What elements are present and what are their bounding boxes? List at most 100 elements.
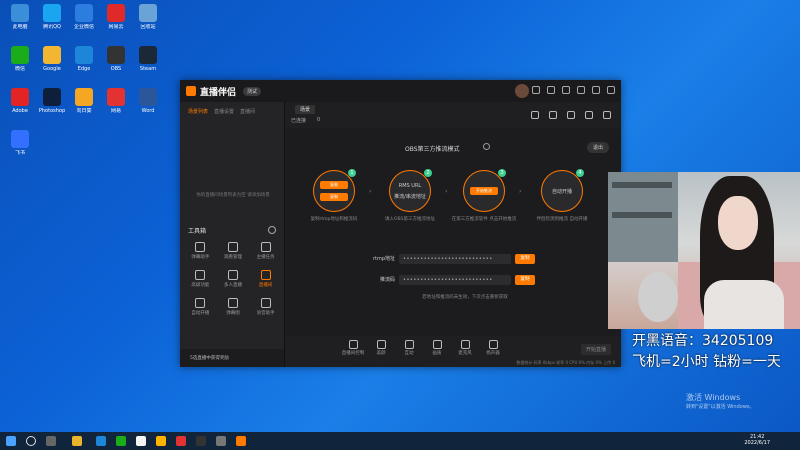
tool-icon (260, 242, 271, 252)
tool-label: 弹幕图 (226, 311, 240, 316)
desktop-icon[interactable]: 网易云 (100, 4, 132, 30)
desktop-icon[interactable]: OBS (100, 46, 132, 72)
tool-item[interactable]: 观看管理 (217, 242, 250, 260)
bottom-tool-label: 直播间控制 (341, 351, 365, 356)
bottom-tool[interactable]: 画质 (425, 340, 449, 356)
edge-icon[interactable] (96, 436, 106, 446)
app-icon[interactable] (156, 436, 166, 446)
reward-bar[interactable]: 5选直播中获得奖励 (180, 349, 284, 367)
message-icon[interactable] (532, 86, 540, 94)
bottom-tool[interactable]: 扬声器 (481, 340, 505, 356)
desktop-icon[interactable]: Photoshop (36, 88, 68, 114)
bottom-toolbar: 开始直播 直播间控制 美颜 互动 画质 麦克风 扬声器 (285, 338, 621, 360)
copy-rtmp-button[interactable]: 复制 (515, 254, 535, 264)
rtmp-field[interactable]: •••••••••••••••••••••••••• (399, 254, 511, 264)
task-view-icon[interactable] (46, 436, 56, 446)
maximize-icon[interactable] (592, 86, 600, 94)
app-icon[interactable] (176, 436, 186, 446)
bottom-tool[interactable]: 互动 (397, 340, 421, 356)
bottom-tool-icon (460, 340, 470, 349)
desktop-icon[interactable]: Google (36, 46, 68, 72)
live-status: 已连接 (291, 118, 307, 124)
app-title: 直播伴侣 (200, 88, 237, 98)
desktop-icon[interactable]: 微信 (4, 46, 36, 72)
menu-icon[interactable] (562, 86, 570, 94)
desktop-icon-label: 此电脑 (12, 24, 28, 30)
webcam-feed (608, 172, 800, 329)
tool-item[interactable]: 弹幕助手 (184, 242, 217, 260)
tab-scenes[interactable]: 场景列表 (188, 108, 208, 115)
tool-grid: 弹幕助手 观看管理 主播任务高级功能 多人直播 直播间自动开播 弹幕图 语音助手 (184, 242, 282, 316)
clock[interactable]: 21:42 2022/6/17 (744, 434, 770, 446)
desktop-icon[interactable]: 网易 (100, 88, 132, 114)
gear-icon[interactable] (567, 111, 575, 119)
step-number: 3 (498, 169, 506, 177)
wechat-icon[interactable] (116, 436, 126, 446)
settings-icon[interactable] (547, 86, 555, 94)
tool-label: 弹幕助手 (191, 255, 210, 260)
share-icon[interactable] (603, 111, 611, 119)
desktop-icon[interactable]: 飞书 (4, 130, 36, 156)
tool-item[interactable]: 语音助手 (249, 298, 282, 316)
desktop-icon[interactable]: 回收站 (132, 4, 164, 30)
start-icon[interactable] (6, 436, 16, 446)
desktop-icon-label: OBS (110, 66, 122, 72)
desktop-icon[interactable]: Word (132, 88, 164, 114)
bottom-tool[interactable]: 直播间控制 (341, 340, 365, 356)
live-companion-icon[interactable] (236, 436, 246, 446)
help-icon[interactable] (483, 143, 490, 150)
bottom-tool[interactable]: 麦克风 (453, 340, 477, 356)
tool-item[interactable]: 自动开播 (184, 298, 217, 316)
version-badge[interactable]: 测试 (243, 87, 262, 96)
desktop-icon-label: 微信 (14, 66, 25, 72)
minimize-icon[interactable] (577, 86, 585, 94)
copy-key-button[interactable]: 复制 (515, 275, 535, 285)
explorer-icon[interactable] (72, 436, 82, 446)
lock-icon[interactable] (549, 111, 557, 119)
desktop-icon[interactable]: 腾讯QQ (36, 4, 68, 30)
search-icon[interactable] (26, 436, 36, 446)
stream-key-field[interactable]: •••••••••••••••••••••••••• (399, 275, 511, 285)
user-avatar[interactable] (515, 84, 529, 98)
tab-live-room[interactable]: 直播间 (240, 108, 255, 115)
tool-item[interactable]: 弹幕图 (217, 298, 250, 316)
desktop-icon-label: 腾讯QQ (43, 24, 61, 30)
close-icon[interactable] (607, 86, 615, 94)
tool-label: 直播间 (258, 283, 273, 288)
tool-icon (195, 270, 206, 280)
activation-watermark: 激活 Windows 转到"设置"以激活 Windows。 (686, 392, 755, 410)
step-description: 复制rtmp地址和推流码 (310, 217, 358, 222)
bell-icon[interactable] (585, 111, 593, 119)
tool-item[interactable]: 高级功能 (184, 270, 217, 288)
bottom-tool-icon (404, 340, 414, 349)
desktop-icon[interactable]: 向日葵 (68, 88, 100, 114)
taskbar: 21:42 2022/6/17 (0, 432, 800, 450)
bottom-tool-label: 互动 (404, 351, 414, 356)
app-icon[interactable] (216, 436, 226, 446)
tool-label: 主播任务 (256, 255, 275, 260)
obs-step: 1 复制 复制 (313, 169, 356, 212)
gift-icon[interactable] (531, 111, 539, 119)
desktop-icon-label: Google (43, 66, 61, 72)
more-icon[interactable] (268, 226, 276, 234)
desktop-icon[interactable]: Edge (68, 46, 100, 72)
desktop-icon[interactable]: Adobe (4, 88, 36, 114)
start-live-button[interactable]: 开始直播 (580, 344, 611, 355)
bottom-tool-label: 麦克风 (458, 351, 472, 356)
obs-icon[interactable] (196, 436, 206, 446)
bottom-tool[interactable]: 美颜 (369, 340, 393, 356)
exit-button[interactable]: 退出 (586, 142, 609, 153)
desktop-icon[interactable]: 企业微信 (68, 4, 100, 30)
tool-item[interactable]: 多人直播 (217, 270, 250, 288)
app-logo-icon (186, 86, 196, 96)
tab-live-settings[interactable]: 直播设置 (214, 108, 234, 115)
chrome-icon[interactable] (136, 436, 146, 446)
overlay-voice: 开黑语音：34205109 (632, 333, 774, 349)
desktop-icon-label: Adobe (12, 108, 28, 114)
tool-item[interactable]: 主播任务 (249, 242, 282, 260)
toolbox-title: 工具箱 (188, 228, 207, 235)
desktop-icon[interactable]: 此电脑 (4, 4, 36, 30)
scene-tab[interactable]: 场景 (295, 105, 316, 114)
tool-item[interactable]: 直播间 (249, 270, 282, 288)
desktop-icon[interactable]: Steam (132, 46, 164, 72)
